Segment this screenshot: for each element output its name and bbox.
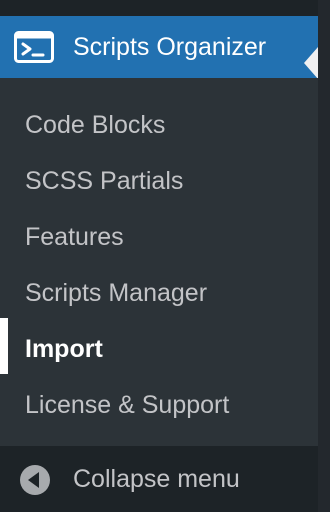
sidebar-gutter bbox=[318, 0, 330, 512]
admin-sidebar: Scripts Organizer Code Blocks SCSS Parti… bbox=[0, 0, 330, 512]
submenu-item-label: Features bbox=[25, 223, 124, 251]
submenu-item-scss-partials[interactable]: SCSS Partials bbox=[0, 152, 318, 208]
submenu-item-label: Import bbox=[25, 335, 103, 363]
collapse-menu-label: Collapse menu bbox=[73, 465, 240, 493]
submenu-item-features[interactable]: Features bbox=[0, 208, 318, 264]
current-page-arrow bbox=[304, 47, 318, 79]
submenu-item-scripts-manager[interactable]: Scripts Manager bbox=[0, 264, 318, 320]
submenu-item-label: License & Support bbox=[25, 391, 230, 419]
submenu-item-code-blocks[interactable]: Code Blocks bbox=[0, 96, 318, 152]
menu-title: Scripts Organizer bbox=[73, 33, 267, 61]
previous-menu-item bbox=[0, 0, 318, 16]
collapse-menu-button[interactable]: Collapse menu bbox=[0, 446, 318, 512]
submenu-item-license-support[interactable]: License & Support bbox=[0, 376, 318, 432]
submenu-item-label: SCSS Partials bbox=[25, 167, 184, 195]
terminal-window-icon bbox=[14, 31, 54, 63]
collapse-arrow-icon bbox=[19, 464, 51, 496]
submenu-item-label: Code Blocks bbox=[25, 111, 166, 139]
menu-item-scripts-organizer[interactable]: Scripts Organizer bbox=[0, 16, 318, 79]
submenu: Code Blocks SCSS Partials Features Scrip… bbox=[0, 78, 318, 446]
submenu-item-import[interactable]: Import bbox=[0, 320, 318, 376]
submenu-item-label: Scripts Manager bbox=[25, 279, 208, 307]
